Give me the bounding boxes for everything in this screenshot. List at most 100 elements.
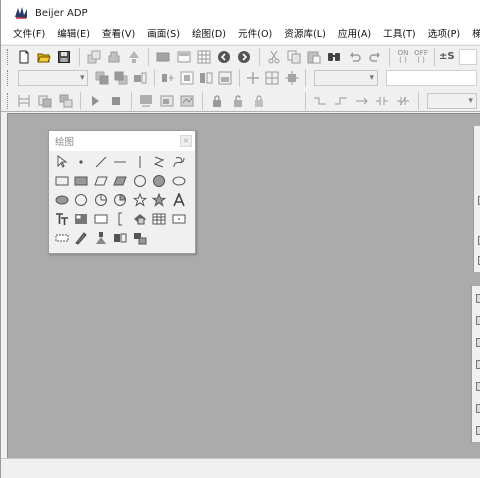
menu-edit[interactable]: 编辑(E) <box>49 26 94 44</box>
right-docked-panel[interactable] <box>473 126 480 272</box>
circle-icon[interactable] <box>130 171 150 190</box>
image-icon[interactable] <box>72 209 92 228</box>
size-field[interactable] <box>386 70 477 86</box>
rect-icon[interactable] <box>52 171 72 190</box>
paste-icon[interactable] <box>306 48 322 66</box>
screen-icon[interactable] <box>155 48 171 66</box>
forward-icon[interactable] <box>236 48 252 66</box>
align-icon[interactable] <box>161 69 176 87</box>
size-icon[interactable] <box>284 69 299 87</box>
text-tt-icon[interactable] <box>52 209 72 228</box>
menu-screen[interactable]: 画面(S) <box>139 26 184 44</box>
font-combo[interactable] <box>17 70 89 86</box>
menu-tools[interactable]: 工具(T) <box>375 26 420 44</box>
menu-application[interactable]: 应用(A) <box>330 26 375 44</box>
toolbar-grip[interactable] <box>7 70 10 86</box>
back-icon[interactable] <box>216 48 232 66</box>
download-icon[interactable] <box>57 92 74 110</box>
step-up-icon[interactable] <box>333 92 350 110</box>
toolbar-grip[interactable] <box>7 48 10 65</box>
curve-icon[interactable] <box>169 152 189 171</box>
redo-icon[interactable] <box>367 48 383 66</box>
monitor-icon[interactable] <box>137 92 154 110</box>
frame-align-icon[interactable] <box>218 69 233 87</box>
pie-icon[interactable] <box>91 190 111 209</box>
pie2-icon[interactable] <box>111 190 131 209</box>
menu-draw[interactable]: 绘图(D) <box>184 26 230 44</box>
right-docked-toolbox[interactable] <box>471 286 480 442</box>
compile-icon[interactable] <box>37 92 54 110</box>
send-back-icon[interactable] <box>114 69 129 87</box>
toolbar-field[interactable] <box>458 48 477 65</box>
run-icon[interactable] <box>87 92 104 110</box>
filled-ellipse-icon[interactable] <box>52 190 72 209</box>
filled-parallelogram-icon[interactable] <box>111 171 131 190</box>
undo-icon[interactable] <box>347 48 363 66</box>
distribute-icon[interactable] <box>265 69 280 87</box>
component-icon[interactable] <box>111 228 131 247</box>
text-a-icon[interactable] <box>169 190 189 209</box>
project-settings-icon[interactable] <box>86 48 102 66</box>
toolbar-grip[interactable] <box>7 92 10 109</box>
dashed-line-icon[interactable] <box>52 228 72 247</box>
transfer-icon[interactable] <box>106 48 122 66</box>
menu-view[interactable]: 查看(V) <box>94 26 139 44</box>
save-icon[interactable] <box>56 48 72 66</box>
object-icon[interactable] <box>130 209 150 228</box>
ungroup-icon[interactable] <box>180 69 195 87</box>
star-icon[interactable] <box>130 190 150 209</box>
palette-title-bar[interactable]: 绘图 × <box>49 131 195 151</box>
point-icon[interactable] <box>72 152 92 171</box>
online-icon[interactable] <box>179 92 196 110</box>
find-icon[interactable] <box>326 48 342 66</box>
new-file-icon[interactable] <box>16 48 32 66</box>
step-down-icon[interactable] <box>312 92 329 110</box>
screen-alt-icon[interactable] <box>175 48 191 66</box>
security-icon[interactable] <box>250 92 267 110</box>
ellipse-icon[interactable] <box>169 171 189 190</box>
ladder-combo[interactable] <box>426 92 477 109</box>
set-button[interactable]: ±S <box>439 51 455 62</box>
symbol-icon[interactable] <box>91 228 111 247</box>
menu-objects[interactable]: 元件(O) <box>230 26 276 44</box>
hline-icon[interactable] <box>111 152 131 171</box>
ladder-icon[interactable] <box>16 92 33 110</box>
circle2-icon[interactable] <box>72 190 92 209</box>
select-arrow-icon[interactable] <box>52 152 72 171</box>
pen-icon[interactable] <box>72 228 92 247</box>
parallelogram-icon[interactable] <box>91 171 111 190</box>
lock-icon[interactable] <box>209 92 226 110</box>
menu-library[interactable]: 资源库(L) <box>276 26 330 44</box>
cut-icon[interactable] <box>265 48 281 66</box>
open-folder-icon[interactable] <box>36 48 52 66</box>
table-icon[interactable] <box>150 209 170 228</box>
filled-star-icon[interactable] <box>150 190 170 209</box>
menu-ladder[interactable]: 梯形图编 <box>464 26 480 44</box>
bracket-icon[interactable] <box>111 209 131 228</box>
contact-neg-icon[interactable] <box>395 92 412 110</box>
center-cross-icon[interactable] <box>246 69 261 87</box>
frame-icon[interactable] <box>91 209 111 228</box>
tree-icon[interactable] <box>126 48 142 66</box>
contact-icon[interactable] <box>374 92 391 110</box>
bring-front-icon[interactable] <box>94 69 109 87</box>
arrow-right-icon[interactable] <box>353 92 370 110</box>
simulate-icon[interactable] <box>158 92 175 110</box>
menu-file[interactable]: 文件(F) <box>1 26 49 44</box>
component2-icon[interactable] <box>130 228 150 247</box>
filled-circle-icon[interactable] <box>150 171 170 190</box>
dot-box-icon[interactable] <box>169 209 189 228</box>
filled-rect-icon[interactable] <box>72 171 92 190</box>
menu-options[interactable]: 选项(P) <box>420 26 464 44</box>
coil-on-button[interactable]: ON( ) <box>394 49 412 64</box>
group-icon[interactable] <box>133 69 148 87</box>
coil-off-button[interactable]: OFF( ) <box>412 49 430 64</box>
zigzag-icon[interactable] <box>150 152 170 171</box>
stop-icon[interactable] <box>108 92 125 110</box>
vline-icon[interactable] <box>130 152 150 171</box>
palette-close-button[interactable]: × <box>180 135 192 147</box>
mirror-icon[interactable] <box>199 69 214 87</box>
copy-icon[interactable] <box>286 48 302 66</box>
style-combo[interactable] <box>313 70 379 86</box>
line-icon[interactable] <box>91 152 111 171</box>
